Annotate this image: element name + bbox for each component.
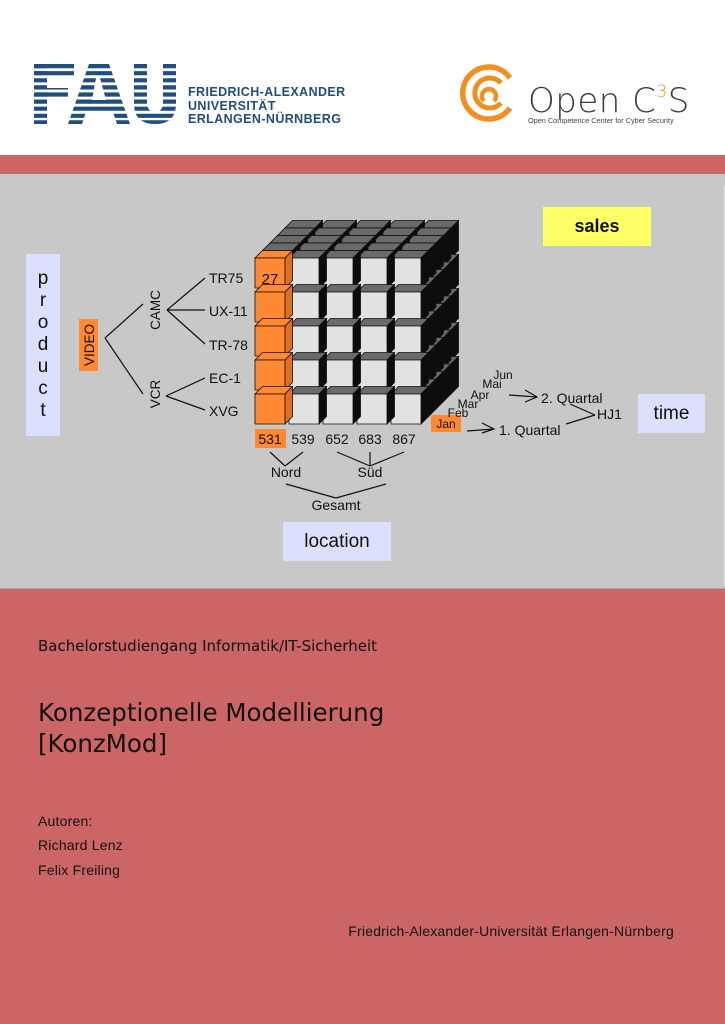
product-item-label: UX-11 xyxy=(209,303,248,319)
authors-label: Autoren: xyxy=(38,813,93,829)
cube-cell-front xyxy=(356,257,388,289)
cube-cell-front xyxy=(390,393,422,425)
cover-text-section: Bachelorstudiengang Informatik/IT-Sicher… xyxy=(0,589,725,1024)
product-letter: c xyxy=(38,378,48,399)
time-halfyear-label: HJ1 xyxy=(597,406,622,422)
c3s-superscript: 3 xyxy=(656,82,668,102)
product-letter: o xyxy=(37,312,49,333)
title-line: Konzeptionelle Modellierung xyxy=(38,698,385,727)
fau-name-line: ERLANGEN-NÜRNBERG xyxy=(188,112,342,126)
cube-cell-front xyxy=(322,291,354,323)
cube-cell-front xyxy=(390,291,422,323)
author-name: Felix Freiling xyxy=(38,862,121,878)
product-root-label: VIDEO xyxy=(82,324,97,366)
product-item-label: TR-78 xyxy=(209,337,248,353)
cube-cell-front xyxy=(288,393,320,425)
location-group-label: Süd xyxy=(358,464,383,480)
title-line: [KonzMod] xyxy=(38,729,168,758)
cube-cell-front xyxy=(322,257,354,289)
author-name: Richard Lenz xyxy=(38,837,123,853)
cube-cell-front xyxy=(356,325,388,357)
product-item-label: EC-1 xyxy=(209,370,241,386)
cube-cell-front xyxy=(356,393,388,425)
cube-cell-front xyxy=(288,325,320,357)
product-item-label: TR75 xyxy=(209,270,243,286)
fau-logo xyxy=(34,64,176,124)
time-dimension-label: time xyxy=(638,394,705,433)
location-value: 539 xyxy=(291,431,315,447)
fau-name-line: UNIVERSITÄT xyxy=(188,98,276,113)
cube-cell-front xyxy=(254,359,286,391)
product-letter: d xyxy=(37,334,49,355)
cube-cell-front xyxy=(390,359,422,391)
c3s-name: Open C xyxy=(528,81,657,121)
product-group-label: CAMC xyxy=(148,290,163,330)
cube-cell-value: 27 xyxy=(262,271,279,288)
cube-cell-front xyxy=(390,325,422,357)
location-group-label: Nord xyxy=(271,464,301,480)
time-quarter-label: 2. Quartal xyxy=(541,390,602,406)
cube-cell-front xyxy=(254,393,286,425)
top-red-band xyxy=(0,155,725,174)
cube-cell-front xyxy=(288,257,320,289)
fau-university-name: FRIEDRICH-ALEXANDER UNIVERSITÄT ERLANGEN… xyxy=(188,85,346,127)
time-quarter-label: 1. Quartal xyxy=(499,422,560,438)
cube-cell-front xyxy=(288,359,320,391)
cube-cell-front xyxy=(356,291,388,323)
product-letter: u xyxy=(37,356,49,377)
study-program: Bachelorstudiengang Informatik/IT-Sicher… xyxy=(38,637,377,655)
olap-cube-illustration: VIDEO CAMC VCR TR75 UX-11 TR-78 EC-1 XVG… xyxy=(0,174,725,589)
product-letter: r xyxy=(39,290,47,311)
product-letter: t xyxy=(40,400,46,421)
cube-cell-front xyxy=(390,257,422,289)
cube-cell-front xyxy=(322,359,354,391)
c3s-logo-icon xyxy=(460,64,513,122)
location-value: 683 xyxy=(358,431,382,447)
fau-name-line: FRIEDRICH-ALEXANDER xyxy=(188,85,346,99)
cube-cell-front xyxy=(322,325,354,357)
product-item-label: XVG xyxy=(209,403,239,419)
sales-dimension-label: sales xyxy=(543,207,651,246)
c3s-subtitle: Open Competence Center for Cyber Securit… xyxy=(528,116,674,125)
cube-cell-front xyxy=(288,291,320,323)
product-dimension-label: p r o d u c t xyxy=(26,254,60,436)
university-name: Friedrich-Alexander-Universität Erlangen… xyxy=(348,923,674,939)
c3s-suffix: S xyxy=(667,81,690,121)
header: FRIEDRICH-ALEXANDER UNIVERSITÄT ERLANGEN… xyxy=(0,0,725,155)
product-letter: p xyxy=(37,268,49,289)
cube-cell-front xyxy=(254,325,286,357)
location-value: 652 xyxy=(325,431,349,447)
cube-cell-front xyxy=(322,393,354,425)
location-dimension-label: location xyxy=(283,522,391,561)
location-value: 867 xyxy=(392,431,416,447)
document-title: Konzeptionelle Modellierung [KonzMod] xyxy=(38,697,384,759)
c3s-logo-text: Open C3S xyxy=(528,72,690,121)
cube-cell-front xyxy=(356,359,388,391)
time-month-label: Jun xyxy=(493,368,512,382)
location-value: 531 xyxy=(258,431,282,447)
location-root-label: Gesamt xyxy=(311,497,360,513)
product-group-label: VCR xyxy=(148,380,163,409)
cube-cell-front xyxy=(254,291,286,323)
